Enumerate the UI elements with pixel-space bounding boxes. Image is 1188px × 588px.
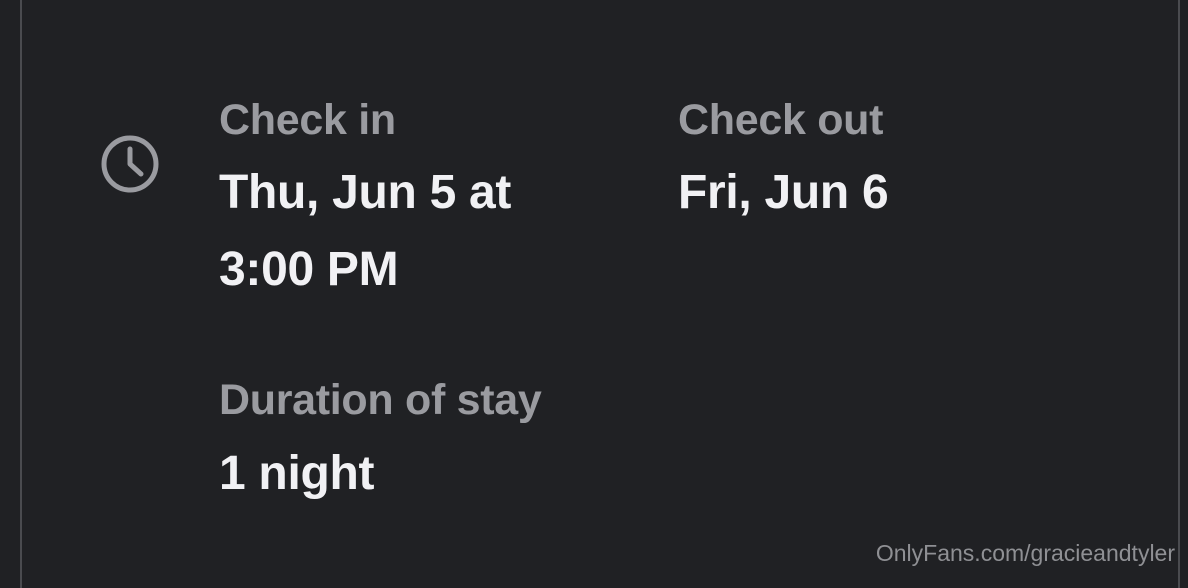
duration-label: Duration of stay xyxy=(219,376,542,424)
checkout-date: Fri, Jun 6 xyxy=(678,166,889,219)
clock-icon xyxy=(101,135,159,193)
checkin-label: Check in xyxy=(219,96,396,144)
checkin-date: Thu, Jun 5 at xyxy=(219,166,512,219)
watermark: OnlyFans.com/gracieandtyler xyxy=(875,540,1175,566)
duration-value: 1 night xyxy=(219,447,375,500)
stay-details-card: Check in Thu, Jun 5 at 3:00 PM Check out… xyxy=(20,0,1180,588)
checkout-label: Check out xyxy=(678,96,884,144)
checkin-time: 3:00 PM xyxy=(219,243,399,296)
